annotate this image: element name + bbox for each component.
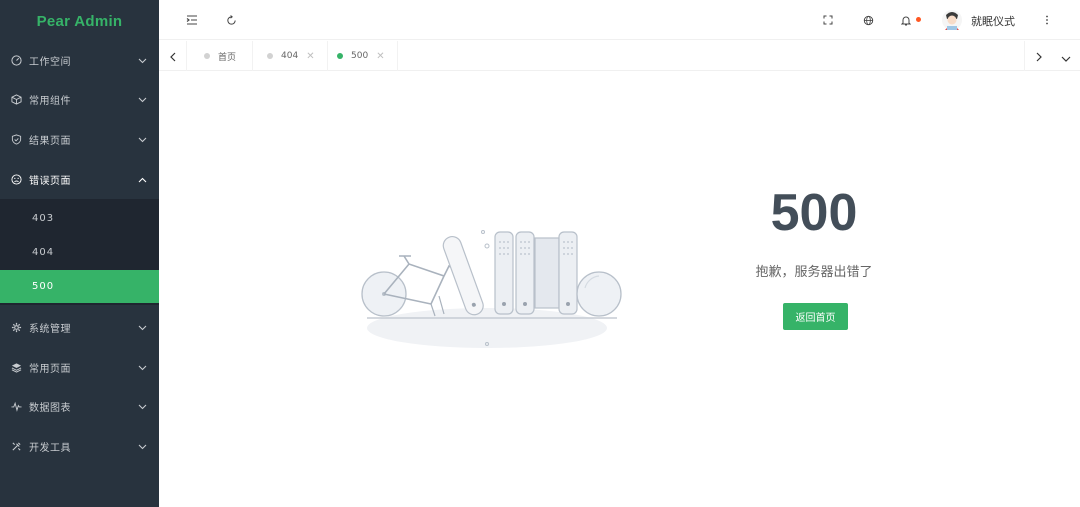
sidebar-item-system[interactable]: 系统管理: [0, 308, 159, 346]
chevron-down-icon: [138, 95, 147, 106]
tab-label: 500: [351, 51, 369, 61]
tab-label: 404: [281, 51, 299, 61]
chevron-down-icon: [138, 323, 147, 334]
sidebar-item-label: 数据图表: [29, 402, 71, 414]
sidebar-item-label: 系统管理: [29, 323, 71, 335]
tab-dot: [337, 53, 343, 59]
shield-check-icon: [10, 133, 22, 145]
app-root: Pear Admin 工作空间 常用组件 结果页面 错误页面 403 404 5…: [0, 0, 1080, 507]
close-icon[interactable]: ✕: [306, 51, 314, 62]
username[interactable]: 就眠仪式: [971, 13, 1015, 29]
tab-404[interactable]: 404 ✕: [255, 41, 328, 71]
sidebar-item-workspace[interactable]: 工作空间: [0, 41, 159, 79]
tab-500[interactable]: 500 ✕: [325, 41, 398, 71]
tab-scroll-right[interactable]: [1024, 41, 1052, 71]
sidebar-item-label: 常用组件: [29, 95, 71, 107]
sidebar-item-500[interactable]: 500: [0, 270, 159, 303]
sidebar-item-label: 开发工具: [29, 442, 71, 454]
chevron-right-icon: [1036, 47, 1042, 66]
error-code: 500: [770, 184, 858, 242]
chevron-down-icon: [138, 56, 147, 67]
sad-face-icon: [10, 173, 22, 185]
tab-dot: [267, 53, 273, 59]
tab-home[interactable]: 首页: [188, 41, 254, 71]
avatar[interactable]: [942, 9, 962, 31]
tab-menu-dropdown[interactable]: [1052, 41, 1080, 71]
tab-label: 首页: [218, 52, 237, 63]
chevron-down-icon: [1061, 47, 1071, 66]
sidebar-item-devtools[interactable]: 开发工具: [0, 427, 159, 465]
chevron-up-icon: [138, 175, 147, 186]
bell-icon[interactable]: [896, 10, 916, 30]
sidebar-item-label: 工作空间: [29, 56, 71, 68]
chevron-down-icon: [138, 402, 147, 413]
error-illustration: [359, 226, 624, 356]
error-message: 抱歉，服务器出错了: [755, 265, 873, 280]
chevron-down-icon: [138, 135, 147, 146]
main-content: 500 抱歉，服务器出错了 返回首页: [159, 71, 1080, 507]
chevron-down-icon: [138, 442, 147, 453]
chevron-left-icon: [169, 47, 176, 66]
sidebar-item-results[interactable]: 结果页面: [0, 120, 159, 158]
chevron-down-icon: [138, 363, 147, 374]
tools-icon: [10, 440, 22, 452]
sidebar-item-pages[interactable]: 常用页面: [0, 348, 159, 386]
sidebar: Pear Admin 工作空间 常用组件 结果页面 错误页面 403 404 5…: [0, 0, 159, 507]
pulse-icon: [10, 400, 22, 412]
sidebar-item-charts[interactable]: 数据图表: [0, 387, 159, 425]
layers-icon: [10, 361, 22, 373]
top-header: 就眠仪式: [159, 0, 1080, 40]
sidebar-item-label: 结果页面: [29, 135, 71, 147]
sidebar-item-label: 常用页面: [29, 363, 71, 375]
close-icon[interactable]: ✕: [376, 51, 384, 62]
notification-dot: [916, 17, 921, 22]
sidebar-item-components[interactable]: 常用组件: [0, 80, 159, 118]
gear-icon: [10, 321, 22, 333]
globe-icon[interactable]: [858, 10, 878, 30]
menu-fold-icon[interactable]: [182, 10, 202, 30]
cube-icon: [10, 93, 22, 105]
tab-scroll-left[interactable]: [159, 41, 187, 71]
error-submenu: 403 404 500: [0, 199, 159, 305]
sidebar-item-404[interactable]: 404: [0, 236, 159, 269]
tab-bar: 首页 404 ✕ 500 ✕: [159, 41, 1080, 71]
sidebar-item-403[interactable]: 403: [0, 202, 159, 235]
back-home-button[interactable]: 返回首页: [783, 303, 848, 330]
gauge-icon: [10, 54, 22, 66]
sidebar-item-label: 错误页面: [29, 175, 71, 187]
more-vertical-icon[interactable]: [1037, 10, 1057, 30]
sidebar-item-errors[interactable]: 错误页面: [0, 160, 159, 198]
fullscreen-icon[interactable]: [818, 10, 838, 30]
tab-dot: [204, 53, 210, 59]
refresh-icon[interactable]: [221, 10, 241, 30]
app-logo[interactable]: Pear Admin: [0, 0, 159, 42]
